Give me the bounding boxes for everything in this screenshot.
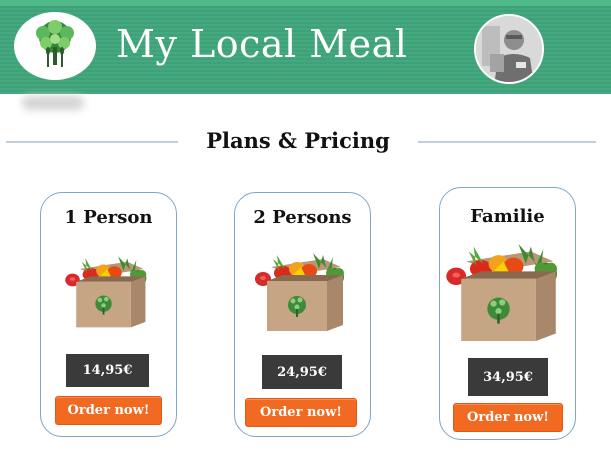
plan-name: Familie — [470, 206, 545, 227]
avatar-photo — [476, 16, 542, 82]
section-divider-right — [418, 141, 596, 143]
app-title: My Local Meal — [116, 22, 408, 66]
order-now-button[interactable]: Order now! — [245, 398, 357, 427]
order-now-button[interactable]: Order now! — [55, 396, 162, 425]
price-label: 24,95€ — [262, 355, 342, 389]
plan-card-2-persons: 2 Persons 24,95€ Order now! — [234, 192, 371, 437]
section-divider-left — [6, 141, 178, 143]
header-topline — [0, 0, 611, 6]
price-label: 34,95€ — [468, 358, 548, 396]
plan-card-1-person: 1 Person 14,95€ Order now! — [40, 192, 177, 437]
header-bar: My Local Meal — [0, 0, 611, 94]
vegetable-box-image — [63, 249, 155, 331]
user-avatar-icon[interactable] — [474, 14, 544, 84]
vegetable-box-image — [440, 234, 572, 346]
tree-logo-icon — [36, 20, 74, 67]
plan-card-familie: Familie 34,95€ Order now! — [439, 187, 576, 440]
plan-name: 2 Persons — [253, 207, 352, 228]
blurred-link — [22, 96, 84, 110]
plan-name: 1 Person — [64, 207, 153, 228]
vegetable-box-image — [249, 245, 357, 335]
price-label: 14,95€ — [66, 354, 149, 387]
logo-icon[interactable] — [14, 12, 96, 80]
order-now-button[interactable]: Order now! — [453, 403, 563, 432]
section-title: Plans & Pricing — [206, 128, 390, 153]
